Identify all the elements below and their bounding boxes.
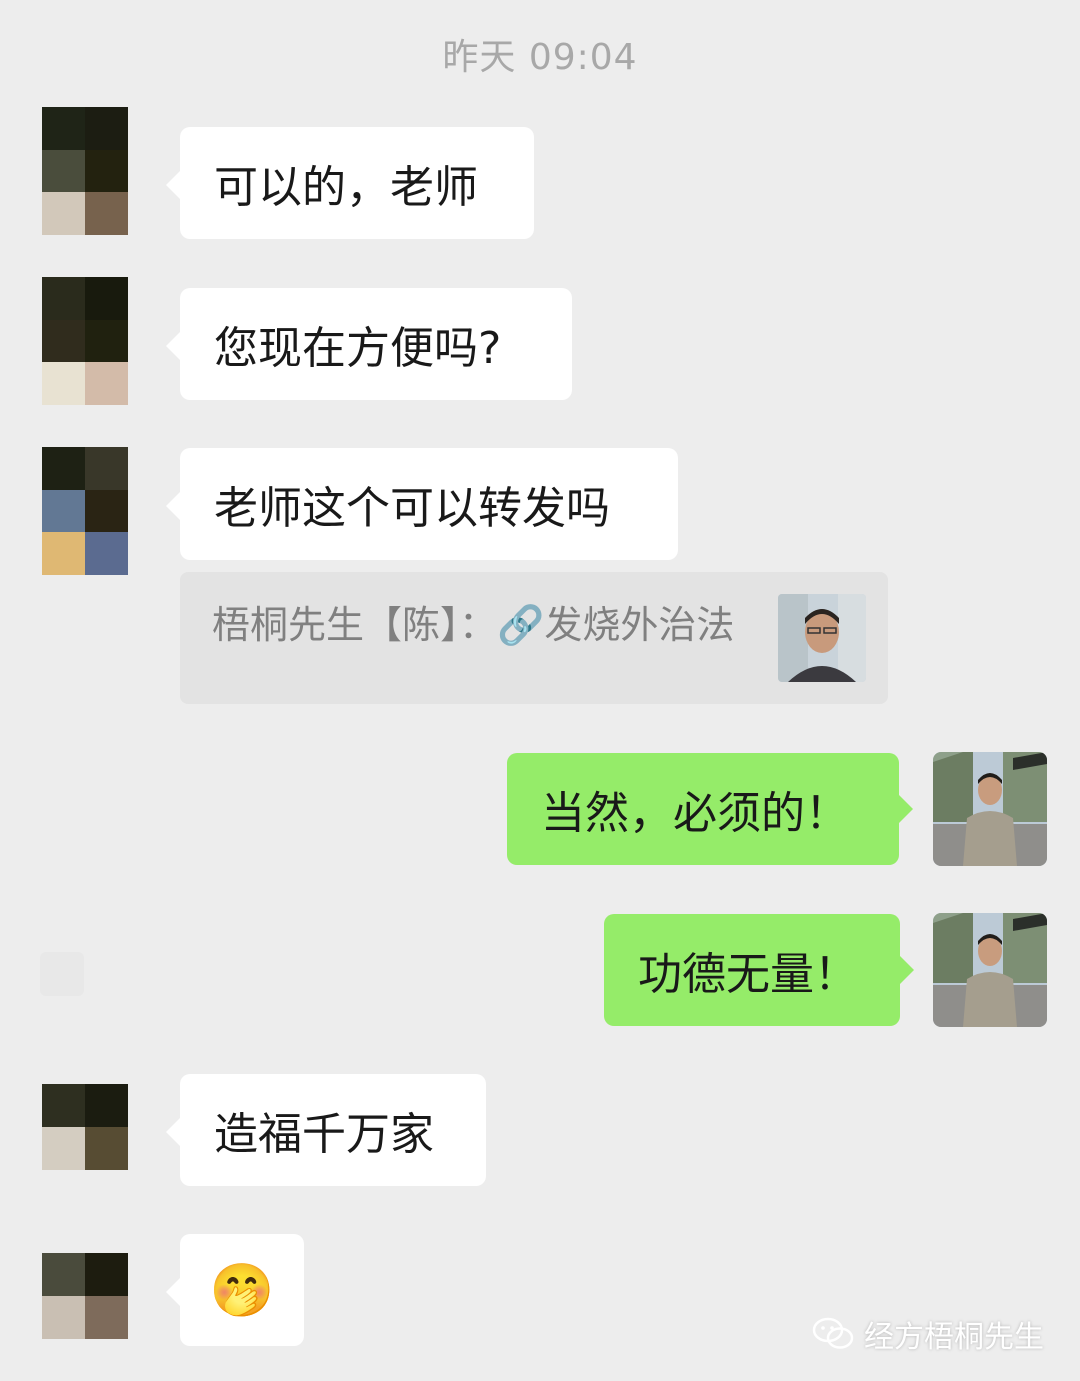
contact-avatar[interactable]	[42, 1084, 128, 1170]
emoji-hand-over-mouth-icon: 🤭	[209, 1260, 275, 1321]
contact-avatar[interactable]	[42, 277, 128, 405]
account-watermark: 经方梧桐先生	[812, 1312, 1044, 1356]
self-avatar[interactable]	[933, 752, 1047, 866]
message-bubble[interactable]: 造福千万家	[166, 1074, 486, 1186]
message-text: 当然，必须的！	[541, 788, 849, 839]
quoted-message-text: 梧桐先生【陈】：🔗发烧外治法	[212, 603, 735, 647]
quoted-thumbnail	[778, 594, 866, 682]
message-text: 老师这个可以转发吗	[214, 483, 610, 534]
message-bubble[interactable]: 可以的，老师	[166, 127, 534, 239]
message-bubble[interactable]: 您现在方便吗?	[166, 288, 572, 400]
message-text: 可以的，老师	[214, 162, 478, 213]
contact-avatar[interactable]	[42, 1253, 128, 1339]
faint-placeholder	[40, 952, 84, 996]
message-text: 您现在方便吗?	[214, 323, 502, 374]
wechat-official-account-icon	[812, 1317, 854, 1349]
message-bubble[interactable]: 老师这个可以转发吗	[166, 448, 678, 560]
message-bubble[interactable]: 🤭	[166, 1234, 304, 1346]
quoted-message[interactable]: 梧桐先生【陈】：🔗发烧外治法	[180, 572, 888, 704]
contact-avatar[interactable]	[42, 447, 128, 575]
chat-timestamp: 昨天 09:04	[442, 37, 638, 78]
self-avatar[interactable]	[933, 913, 1047, 1027]
watermark-label: 经方梧桐先生	[864, 1320, 1044, 1355]
message-bubble-self[interactable]: 功德无量！	[604, 914, 914, 1026]
contact-avatar[interactable]	[42, 107, 128, 235]
message-text: 功德无量！	[638, 949, 858, 1000]
message-text: 造福千万家	[214, 1109, 434, 1160]
message-bubble-self[interactable]: 当然，必须的！	[507, 753, 913, 865]
